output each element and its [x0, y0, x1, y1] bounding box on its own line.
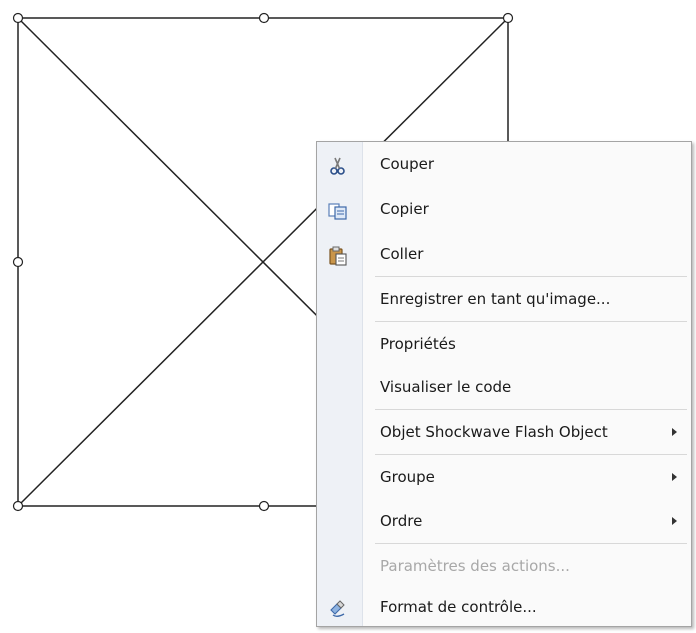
menu-item-label: Groupe	[380, 468, 435, 486]
submenu-arrow-icon	[672, 517, 677, 525]
resize-handle-middle-left[interactable]	[12, 256, 24, 268]
menu-item-action-settings: Paramètres des actions...	[317, 548, 691, 584]
submenu-arrow-icon	[672, 473, 677, 481]
menu-item-label: Paramètres des actions...	[380, 557, 570, 575]
paste-icon	[327, 244, 349, 266]
resize-handle-top-right[interactable]	[502, 12, 514, 24]
menu-item-label: Coller	[380, 245, 424, 263]
menu-item-label: Format de contrôle...	[380, 598, 537, 616]
resize-handle-bottom-center[interactable]	[258, 500, 270, 512]
menu-item-save-as-image[interactable]: Enregistrer en tant qu'image...	[317, 281, 691, 317]
menu-separator	[375, 454, 687, 455]
menu-item-paste[interactable]: Coller	[317, 236, 691, 272]
menu-item-label: Couper	[380, 155, 435, 173]
menu-separator	[375, 409, 687, 410]
format-control-icon	[327, 597, 349, 619]
menu-item-shockwave-flash-object[interactable]: Objet Shockwave Flash Object	[317, 414, 691, 450]
submenu-arrow-icon	[672, 428, 677, 436]
copy-icon	[327, 199, 349, 221]
resize-handle-bottom-left[interactable]	[12, 500, 24, 512]
menu-item-copy[interactable]: Copier	[317, 191, 691, 227]
menu-separator	[375, 276, 687, 277]
resize-handle-top-center[interactable]	[258, 12, 270, 24]
menu-item-label: Ordre	[380, 512, 423, 530]
scissors-icon	[327, 154, 349, 176]
document-canvas: Couper Copier Coller Enregistrer en tant…	[0, 0, 696, 633]
menu-item-order[interactable]: Ordre	[317, 503, 691, 539]
resize-handle-top-left[interactable]	[12, 12, 24, 24]
menu-item-format-control[interactable]: Format de contrôle...	[317, 589, 691, 625]
menu-item-label: Enregistrer en tant qu'image...	[380, 290, 611, 308]
menu-item-view-code[interactable]: Visualiser le code	[317, 369, 691, 405]
menu-separator	[375, 543, 687, 544]
menu-item-label: Propriétés	[380, 335, 456, 353]
menu-item-properties[interactable]: Propriétés	[317, 326, 691, 362]
menu-item-label: Visualiser le code	[380, 378, 512, 396]
context-menu: Couper Copier Coller Enregistrer en tant…	[316, 141, 692, 627]
menu-item-label: Objet Shockwave Flash Object	[380, 423, 608, 441]
menu-separator	[375, 321, 687, 322]
menu-item-cut[interactable]: Couper	[317, 146, 691, 182]
menu-item-group[interactable]: Groupe	[317, 459, 691, 495]
menu-item-label: Copier	[380, 200, 429, 218]
